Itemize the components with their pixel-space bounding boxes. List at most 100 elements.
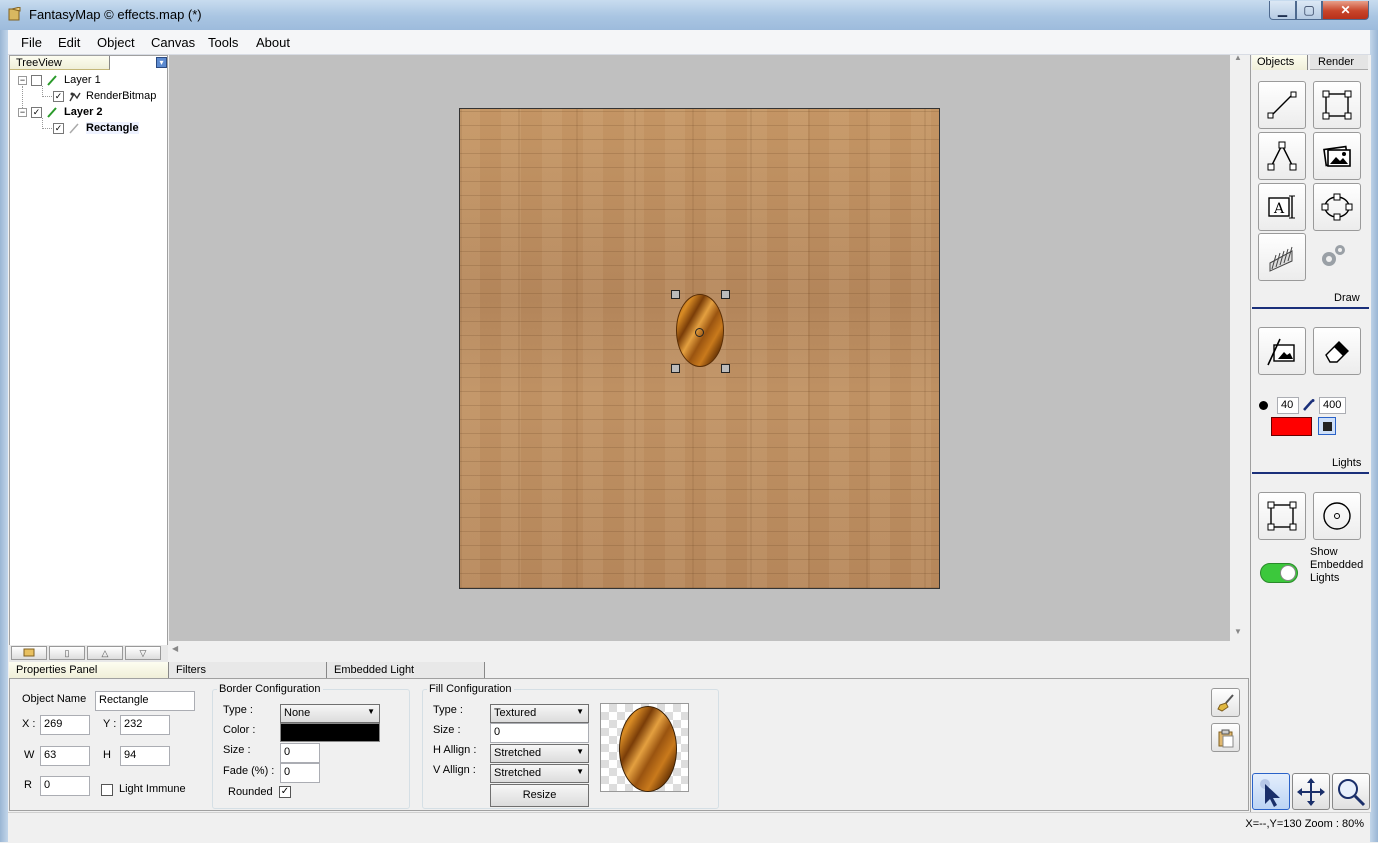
- border-color-swatch[interactable]: [280, 723, 380, 742]
- rect-light-tool-button[interactable]: [1258, 492, 1306, 540]
- h-align-select[interactable]: Stretched ▼: [490, 744, 589, 763]
- scroll-down-icon[interactable]: ▼: [1234, 627, 1242, 636]
- tree-node-layer-1[interactable]: − Layer 1: [18, 72, 101, 88]
- pan-tool-button[interactable]: [1292, 773, 1330, 810]
- treeview-tab[interactable]: TreeView: [10, 56, 110, 70]
- close-button[interactable]: ✕: [1322, 1, 1369, 20]
- border-type-value: None: [284, 707, 311, 719]
- rectangle-light-icon: [1267, 501, 1297, 531]
- brush-mode-button[interactable]: [1318, 417, 1336, 435]
- visibility-checkbox[interactable]: ✓: [53, 90, 64, 102]
- resize-handle-top-right[interactable]: [721, 290, 730, 299]
- resize-handle-bottom-left[interactable]: [671, 364, 680, 373]
- menu-about[interactable]: About: [256, 35, 290, 50]
- menu-file[interactable]: File: [21, 35, 42, 50]
- line-tool-button[interactable]: [1258, 81, 1306, 129]
- collapse-icon[interactable]: −: [18, 107, 27, 117]
- clear-properties-button[interactable]: [1211, 688, 1240, 717]
- rounded-label: Rounded: [228, 786, 273, 798]
- height-input[interactable]: 94: [120, 746, 170, 766]
- tree-node-rectangle[interactable]: ✓ Rectangle: [53, 120, 139, 136]
- rotation-center-handle[interactable]: [695, 328, 704, 337]
- width-input[interactable]: 63: [40, 746, 90, 766]
- minimize-button[interactable]: ▁: [1269, 1, 1296, 20]
- tree-node-renderbitmap[interactable]: ✓ RenderBitmap: [53, 88, 156, 104]
- border-fade-label: Fade (%) :: [223, 765, 275, 777]
- resize-button[interactable]: Resize: [490, 784, 589, 807]
- rounded-checkbox[interactable]: ✓: [279, 786, 291, 798]
- rectangle-tool-button[interactable]: [1313, 81, 1361, 129]
- menu-edit[interactable]: Edit: [58, 35, 80, 50]
- chevron-down-icon: ▼: [576, 747, 584, 756]
- select-tool-button[interactable]: [1252, 773, 1290, 810]
- tab-embedded-light[interactable]: Embedded Light: [327, 662, 485, 678]
- light-immune-checkbox[interactable]: [101, 784, 113, 796]
- minimize-icon: ▁: [1277, 3, 1288, 17]
- resize-handle-top-left[interactable]: [671, 290, 680, 299]
- add-layer-button[interactable]: [11, 646, 47, 660]
- pin-icon[interactable]: ▾: [156, 57, 167, 68]
- horizontal-scrollbar[interactable]: ◀: [169, 641, 1248, 661]
- down-arrow-icon: ▽: [139, 648, 147, 658]
- visibility-checkbox[interactable]: ✓: [53, 122, 64, 134]
- visibility-checkbox[interactable]: [31, 74, 42, 86]
- border-type-select[interactable]: None ▼: [280, 704, 380, 723]
- object-name-input[interactable]: Rectangle: [95, 691, 195, 711]
- rotation-input[interactable]: 0: [40, 776, 90, 796]
- resize-handle-bottom-right[interactable]: [721, 364, 730, 373]
- line-icon: [1267, 91, 1297, 119]
- border-size-input[interactable]: 0: [280, 743, 320, 763]
- text-tool-button[interactable]: A: [1258, 183, 1306, 231]
- fill-type-select[interactable]: Textured ▼: [490, 704, 589, 723]
- rectangle-icon: [1322, 90, 1352, 120]
- section-draw-label: Draw: [1334, 292, 1360, 304]
- x-input[interactable]: 269: [40, 715, 90, 735]
- ellipse-tool-button[interactable]: [1313, 183, 1361, 231]
- eraser-icon: [1325, 341, 1349, 363]
- point-light-tool-button[interactable]: [1313, 492, 1361, 540]
- scroll-left-icon[interactable]: ◀: [172, 644, 178, 653]
- eraser-tool-button[interactable]: [1313, 327, 1361, 375]
- border-fade-input[interactable]: 0: [280, 763, 320, 783]
- zoom-tool-button[interactable]: [1332, 773, 1370, 810]
- polygon-tool-button[interactable]: [1258, 132, 1306, 180]
- brush-hardness-input[interactable]: 400: [1319, 397, 1346, 414]
- page-icon: ▯: [64, 648, 70, 658]
- fill-texture-preview: [600, 703, 689, 792]
- section-lights-label: Lights: [1332, 457, 1362, 469]
- tab-properties-panel[interactable]: Properties Panel: [9, 662, 169, 678]
- duplicate-button[interactable]: ▯: [49, 646, 85, 660]
- scroll-up-icon[interactable]: ▲: [1234, 53, 1242, 62]
- tab-objects[interactable]: Objects: [1252, 55, 1308, 70]
- menu-canvas[interactable]: Canvas: [151, 35, 195, 50]
- fill-size-input[interactable]: 0: [490, 723, 589, 743]
- menu-tools[interactable]: Tools: [208, 35, 238, 50]
- folder-icon: [23, 648, 35, 657]
- maximize-button[interactable]: ▢: [1296, 1, 1322, 20]
- brush-color-swatch[interactable]: [1271, 417, 1312, 436]
- paint-tool-button[interactable]: [1258, 327, 1306, 375]
- treeview-panel: TreeView ▾ − Layer 1 ✓ RenderBitmap − ✓ …: [9, 55, 168, 662]
- show-embedded-lights-toggle[interactable]: [1260, 563, 1298, 583]
- tree-node-layer-2[interactable]: − ✓ Layer 2: [18, 104, 103, 120]
- move-up-button[interactable]: △: [87, 646, 123, 660]
- paste-properties-button[interactable]: [1211, 723, 1240, 752]
- window-title: FantasyMap © effects.map (*): [29, 7, 202, 22]
- v-align-select[interactable]: Stretched ▼: [490, 764, 589, 783]
- image-tool-button[interactable]: [1313, 132, 1361, 180]
- brush-dot-icon: [1259, 401, 1268, 410]
- app-icon: [8, 7, 21, 21]
- brush-size-input[interactable]: 40: [1277, 397, 1299, 414]
- texture-tool-button[interactable]: [1258, 233, 1306, 281]
- treeview-toolbar: ▯ △ ▽: [9, 645, 168, 662]
- collapse-icon[interactable]: −: [18, 75, 27, 85]
- y-input[interactable]: 232: [120, 715, 170, 735]
- vertical-scrollbar[interactable]: ▲ ▼: [1230, 53, 1248, 641]
- visibility-checkbox[interactable]: ✓: [31, 106, 42, 118]
- tab-filters[interactable]: Filters: [169, 662, 327, 678]
- menu-object[interactable]: Object: [97, 35, 135, 50]
- fill-config-title: Fill Configuration: [427, 683, 514, 695]
- tab-render[interactable]: Render: [1310, 55, 1368, 70]
- move-down-button[interactable]: ▽: [125, 646, 161, 660]
- gear-icon[interactable]: [1318, 243, 1348, 274]
